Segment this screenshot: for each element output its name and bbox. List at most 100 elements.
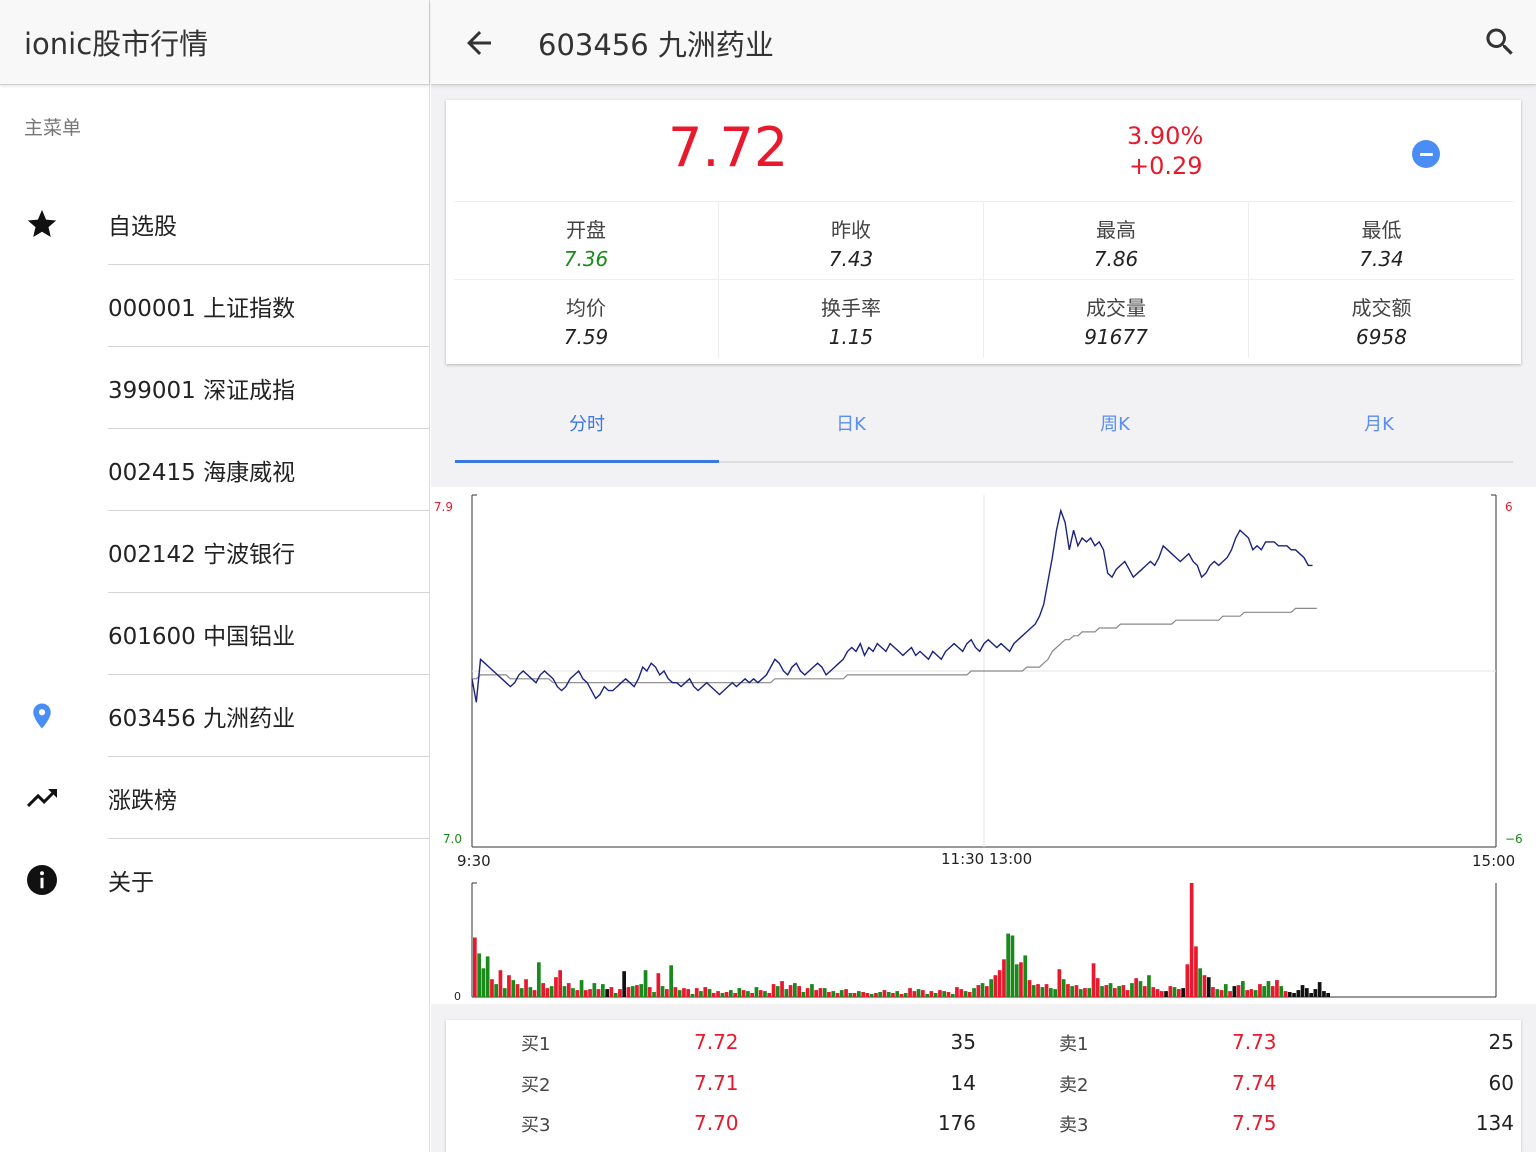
- menu-item-399001[interactable]: 399001 深证成指: [0, 347, 430, 429]
- volume-bar: [498, 970, 503, 997]
- volume-bar: [763, 991, 767, 997]
- tab-monthly-k[interactable]: 月K: [1247, 400, 1511, 462]
- volume-bar: [592, 983, 597, 997]
- volume-bar: [1130, 983, 1134, 997]
- volume-bar: [1275, 980, 1279, 997]
- volume-bar: [908, 988, 912, 997]
- volume-bar: [929, 991, 934, 997]
- stat-value: 6958: [1356, 325, 1407, 349]
- remove-circle-icon[interactable]: [1412, 140, 1440, 168]
- volume-bar: [967, 992, 972, 997]
- tab-intraday[interactable]: 分时: [455, 400, 719, 462]
- volume-bar: [814, 990, 818, 997]
- avg-price-line: [472, 607, 1317, 684]
- volume-bar: [997, 970, 1002, 997]
- volume-bar: [1023, 955, 1028, 997]
- menu-item-603456[interactable]: 603456 九洲药业: [0, 675, 430, 757]
- volume-bar: [549, 986, 554, 997]
- volume-bar: [1317, 982, 1322, 997]
- stat-value: 1.15: [828, 325, 874, 349]
- volume-bar: [1305, 988, 1309, 997]
- menu-item-label: 自选股: [108, 214, 177, 240]
- volume-bar: [639, 984, 644, 997]
- volume-bar: [963, 991, 968, 997]
- volume-bar: [528, 987, 533, 997]
- menu-item-000001[interactable]: 000001 上证指数: [0, 265, 430, 347]
- volume-bar: [669, 965, 673, 997]
- menu-item-rankings[interactable]: 涨跌榜: [0, 757, 430, 839]
- side-menu: ionic股市行情 主菜单 自选股 000001 上证指数 399001 深证成…: [0, 0, 430, 1152]
- stat-label: 成交量: [1086, 296, 1146, 320]
- volume-bar: [933, 993, 938, 997]
- volume-bar: [554, 977, 558, 997]
- volume-bar: [1147, 975, 1151, 997]
- tab-daily-k[interactable]: 日K: [719, 400, 983, 462]
- menu-item-601600[interactable]: 601600 中国铝业: [0, 593, 430, 675]
- volume-bar: [1031, 985, 1036, 997]
- volume-bar: [724, 992, 729, 997]
- app-title: ionic股市行情: [24, 27, 209, 61]
- x-label-close: 15:00: [1472, 852, 1515, 870]
- volume-zero-label: 0: [454, 990, 461, 1003]
- volume-bar: [686, 989, 690, 997]
- ask-price: 7.74: [1232, 1071, 1277, 1095]
- menu-item-watchlist[interactable]: 自选股: [0, 183, 430, 265]
- volume-bar: [1194, 946, 1198, 997]
- volume-bar: [1006, 933, 1010, 997]
- volume-bar: [925, 994, 929, 997]
- search-icon[interactable]: [1482, 24, 1518, 60]
- tab-indicator: [455, 460, 719, 463]
- x-label-open: 9:30: [457, 852, 491, 870]
- volume-bar: [1036, 984, 1040, 997]
- ask-label: 卖3: [1059, 1115, 1089, 1136]
- volume-bar: [1019, 962, 1023, 997]
- volume-bar: [1249, 989, 1254, 997]
- volume-bar: [703, 987, 708, 997]
- bid-label: 买3: [521, 1115, 551, 1136]
- bid-label: 买2: [521, 1075, 551, 1096]
- volume-bar: [1181, 988, 1185, 997]
- stat-label: 开盘: [566, 218, 606, 242]
- volume-bar: [575, 990, 580, 997]
- menu-item-002415[interactable]: 002415 海康威视: [0, 429, 430, 511]
- arrow-back-icon[interactable]: [461, 25, 497, 61]
- volume-bar: [972, 988, 976, 997]
- volume-bar: [515, 984, 520, 997]
- volume-bar: [1270, 986, 1275, 997]
- volume-bar: [746, 991, 750, 997]
- volume-bar: [1211, 987, 1215, 997]
- volume-bar: [1189, 883, 1194, 997]
- stat-value: 7.43: [828, 247, 874, 271]
- menu-item-label: 002415 海康威视: [108, 460, 296, 486]
- volume-bar: [1070, 986, 1074, 997]
- volume-bar: [767, 993, 772, 997]
- bid-volume: 35: [950, 1030, 976, 1054]
- volume-bar: [1322, 991, 1326, 997]
- info-icon: [24, 862, 60, 898]
- volume-bar: [882, 990, 887, 997]
- volume-bar: [494, 984, 498, 997]
- menu-item-about[interactable]: 关于: [0, 839, 430, 921]
- volume-bar: [865, 993, 870, 997]
- volume-bar: [677, 990, 682, 997]
- volume-bar: [985, 986, 989, 997]
- ask-price: 7.73: [1232, 1030, 1277, 1054]
- volume-bar: [852, 993, 857, 997]
- volume-bar: [955, 987, 959, 997]
- stat-value: 91677: [1084, 325, 1148, 349]
- stat-label: 最高: [1096, 218, 1136, 242]
- volume-bar: [490, 979, 494, 997]
- menu-item-002142[interactable]: 002142 宁波银行: [0, 511, 430, 593]
- volume-bar: [1185, 964, 1190, 997]
- volume-bar: [1283, 991, 1288, 997]
- menu-item-label: 603456 九洲药业: [108, 706, 296, 732]
- stat-label: 昨收: [831, 218, 871, 242]
- volume-bar: [1125, 990, 1130, 997]
- volume-bar: [1262, 986, 1266, 997]
- volume-bar: [758, 990, 763, 997]
- volume-bar: [810, 984, 814, 997]
- menu-item-label: 000001 上证指数: [108, 296, 296, 322]
- tab-weekly-k[interactable]: 周K: [983, 400, 1247, 462]
- volume-bar: [1236, 985, 1241, 997]
- volume-bar: [673, 987, 678, 997]
